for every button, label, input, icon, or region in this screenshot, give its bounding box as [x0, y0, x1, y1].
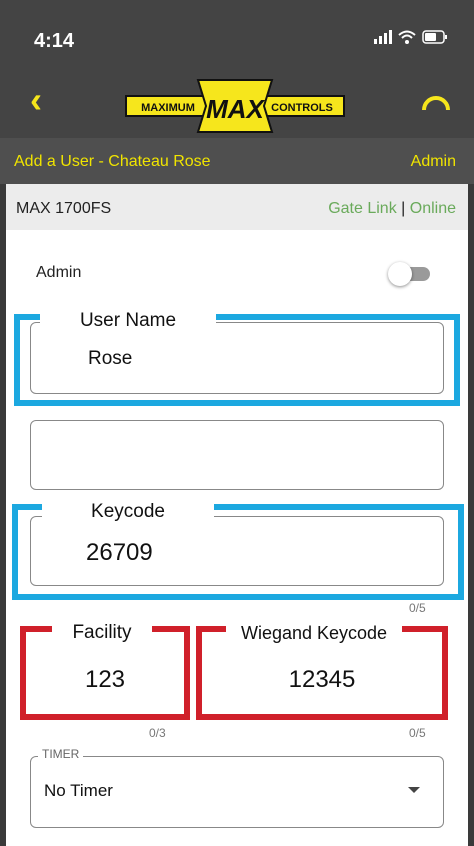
connection-status: Gate Link | Online: [328, 200, 456, 218]
keycode-label: Keycode: [42, 498, 214, 530]
keycode-value: 26709: [86, 539, 153, 566]
device-row: MAX 1700FS Gate Link | Online: [6, 184, 468, 230]
chevron-left-icon[interactable]: ‹: [30, 82, 42, 118]
wiegand-counter: 0/5: [409, 726, 426, 740]
signal-icon: [374, 30, 392, 44]
facility-value[interactable]: 123: [20, 666, 190, 694]
sub-header: Add a User - Chateau Rose Admin: [0, 138, 474, 184]
max-controls-logo: MAXIMUM MAX CONTROLS: [125, 79, 345, 133]
keycode-counter: 0/5: [409, 601, 426, 615]
admin-toggle[interactable]: [388, 262, 430, 286]
admin-toggle-label: Admin: [36, 264, 82, 281]
user-name-label: User Name: [40, 308, 216, 338]
device-model: MAX 1700FS: [16, 200, 112, 217]
facility-label: Facility: [52, 620, 152, 650]
facility-counter: 0/3: [149, 726, 166, 740]
status-time: 4:14: [34, 30, 75, 52]
toggle-knob: [388, 262, 412, 286]
wifi-icon: [398, 30, 416, 44]
wiegand-label: Wiegand Keycode: [226, 620, 402, 650]
user-name-value: Rose: [88, 348, 133, 369]
status-separator: |: [401, 200, 406, 217]
role-label: Admin: [410, 153, 456, 170]
online-label: Online: [409, 200, 456, 217]
logo-right-text: CONTROLS: [271, 102, 333, 114]
page-title: Add a User - Chateau Rose: [14, 153, 211, 170]
logo-center-text: MAX: [206, 94, 265, 124]
wiegand-value[interactable]: 12345: [196, 666, 448, 694]
timer-legend: TIMER: [38, 747, 84, 761]
battery-icon: [422, 30, 447, 44]
gate-link-label: Gate Link: [328, 200, 397, 217]
dropdown-arrow-icon[interactable]: [408, 787, 420, 793]
timer-value: No Timer: [44, 781, 113, 800]
status-icons: [374, 30, 448, 44]
secondary-input[interactable]: [30, 420, 444, 490]
refresh-arc-icon[interactable]: [420, 88, 452, 120]
logo-left-text: MAXIMUM: [141, 102, 195, 114]
